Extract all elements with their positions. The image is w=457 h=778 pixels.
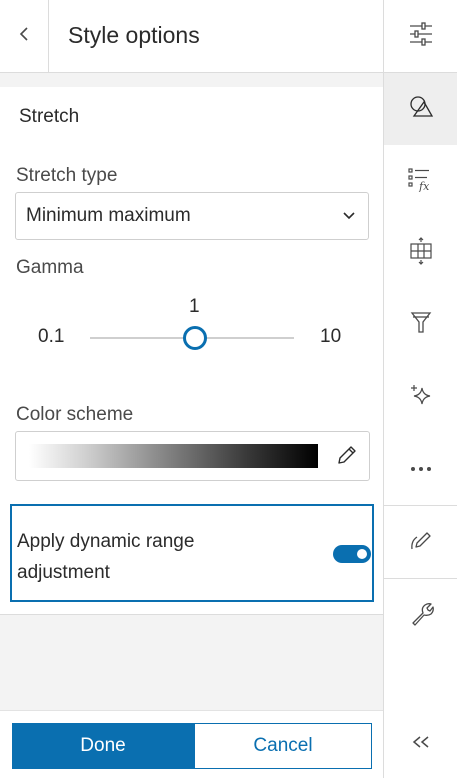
gamma-max-label: 10 [320,326,342,347]
stretch-type-label: Stretch type [16,165,118,186]
rail-collapse-button[interactable] [384,710,457,778]
shapes-icon [408,94,434,125]
chevron-down-icon [342,209,356,228]
page-title: Style options [68,22,200,48]
chevron-left-icon [17,26,31,47]
rail-item-effects[interactable] [384,361,457,433]
wrench-icon [408,600,434,631]
dynamic-range-toggle[interactable] [333,545,371,563]
gamma-value: 1 [189,296,200,317]
section-title-stretch: Stretch [19,106,80,127]
dynamic-range-label: Apply dynamic range adjustment [17,531,195,583]
grid-resize-icon [408,236,434,270]
rail-item-fields[interactable]: fx [384,145,457,217]
gamma-label: Gamma [16,257,84,278]
sparkle-icon [408,382,434,413]
cancel-button[interactable]: Cancel [194,723,372,769]
color-scheme-label: Color scheme [16,404,134,425]
style-options-panel: Style options Stretch Stretch type Minim… [0,0,384,778]
rail-item-filter[interactable] [384,289,457,361]
stretch-type-select[interactable]: Minimum maximum [15,192,369,240]
sliders-icon [408,21,434,51]
funnel-icon [409,310,433,341]
rail-item-settings[interactable] [384,579,457,651]
rail-item-styles[interactable] [384,73,457,145]
pen-icon [408,527,434,558]
rail-item-table[interactable] [384,217,457,289]
pencil-icon[interactable] [335,443,359,472]
action-rail: fx [384,0,457,778]
panel-header: Style options [0,0,383,73]
svg-text:fx: fx [418,180,430,192]
panel-footer: Done Cancel [0,710,383,778]
rail-item-properties[interactable] [384,0,457,72]
color-scheme-picker[interactable] [15,431,370,481]
rail-item-more[interactable] [384,433,457,505]
collapse-double-chevron-icon [411,735,431,754]
gamma-min-label: 0.1 [38,326,65,347]
stretch-type-value: Minimum maximum [26,205,191,226]
color-ramp [29,444,318,468]
gamma-slider-thumb[interactable] [183,326,207,350]
back-button[interactable] [0,0,49,72]
dynamic-range-row: Apply dynamic range adjustment [10,504,374,602]
rail-item-edit[interactable] [384,506,457,578]
toggle-knob [357,549,367,559]
list-fx-icon: fx [407,166,435,197]
done-button[interactable]: Done [12,723,194,769]
more-icon [409,460,433,478]
